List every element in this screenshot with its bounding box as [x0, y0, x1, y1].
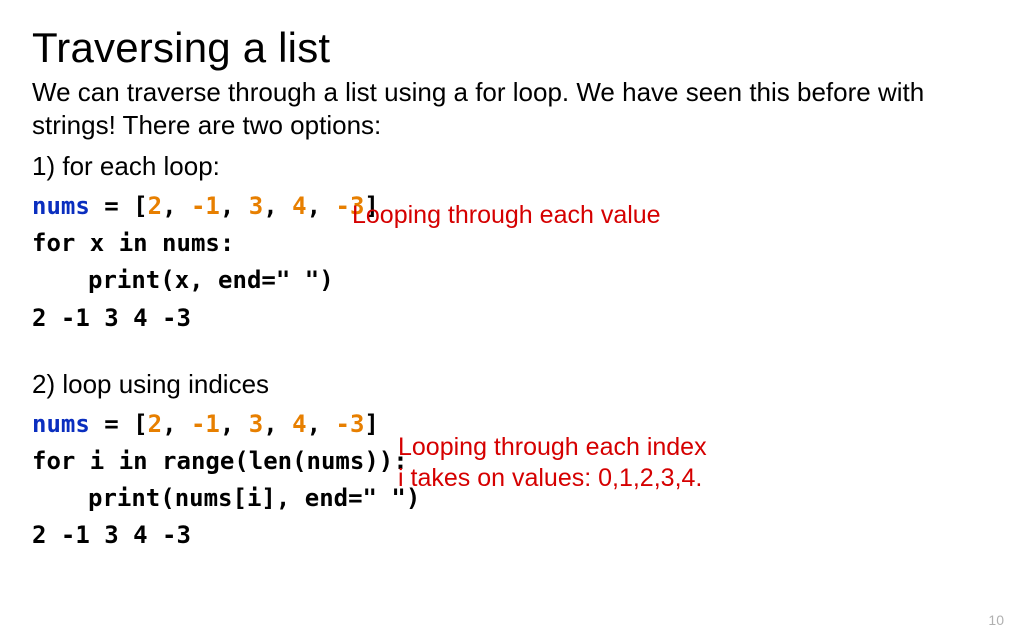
- option-1-label: 1) for each loop:: [32, 151, 992, 182]
- intro-paragraph: We can traverse through a list using a f…: [32, 76, 992, 141]
- annotation-2-line-2: i takes on values: 0,1,2,3,4.: [398, 463, 707, 494]
- code-var-nums: nums: [32, 192, 90, 220]
- option-2-label: 2) loop using indices: [32, 369, 992, 400]
- annotation-2-line-1: Looping through each index: [398, 432, 707, 463]
- annotation-1: Looping through each value: [352, 200, 661, 231]
- slide-title: Traversing a list: [32, 24, 992, 72]
- annotation-2: Looping through each index i takes on va…: [398, 432, 707, 495]
- code1-output: 2 -1 3 4 -3: [32, 300, 992, 337]
- slide: Traversing a list We can traverse throug…: [0, 0, 1024, 640]
- code2-output: 2 -1 3 4 -3: [32, 517, 992, 554]
- page-number: 10: [988, 612, 1004, 628]
- code1-line-3: print(x, end=" "): [32, 262, 992, 299]
